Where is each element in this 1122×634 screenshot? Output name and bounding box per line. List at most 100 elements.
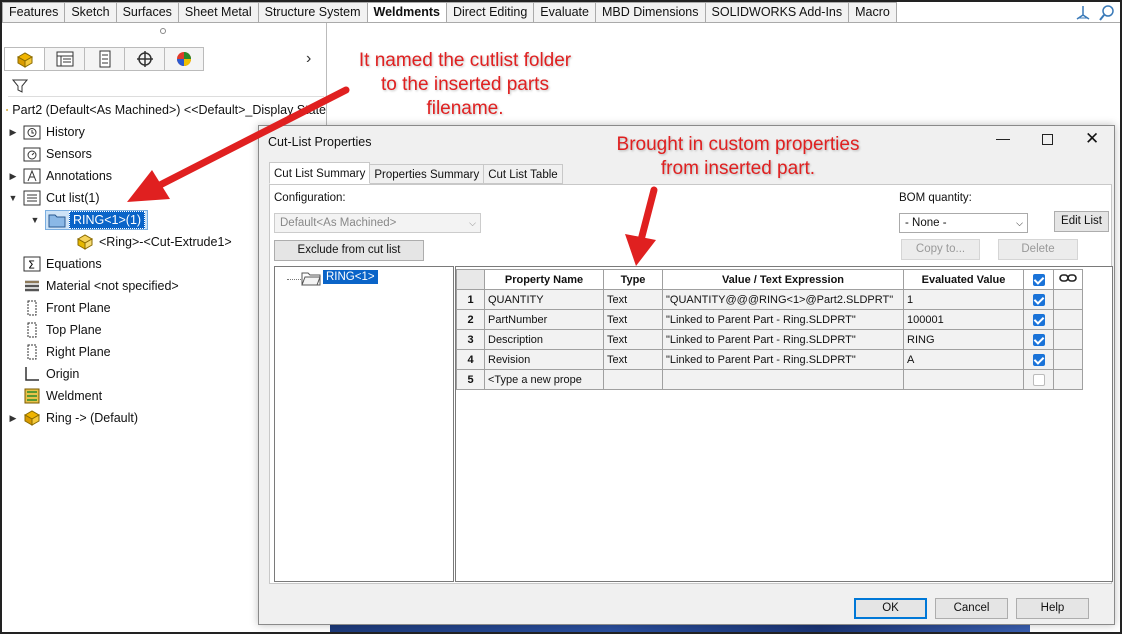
edit-list-button[interactable]: Edit List [1054, 211, 1109, 232]
tree-item-origin[interactable]: Origin [8, 364, 79, 384]
column-header[interactable]: Evaluated Value [903, 269, 1024, 290]
tree-item-annotations[interactable]: ▶ Annotations [8, 166, 112, 186]
table-row[interactable]: 3 Description Text "Linked to Parent Par… [456, 329, 1083, 350]
cut-list-tree-item[interactable]: RING<1> [323, 270, 378, 284]
checkbox-checked-icon[interactable] [1032, 353, 1045, 366]
value-cell[interactable]: "QUANTITY@@@RING<1>@Part2.SLDPRT" [662, 289, 904, 310]
link-cell[interactable] [1053, 289, 1083, 310]
display-manager-tab-icon[interactable] [164, 47, 204, 71]
collapse-icon[interactable]: ▼ [8, 193, 18, 203]
property-name-cell[interactable]: PartNumber [484, 309, 604, 330]
checkbox-checked-icon[interactable] [1032, 333, 1045, 346]
selected-folder[interactable]: RING<1>(1) [45, 210, 149, 230]
tab-weldments[interactable]: Weldments [367, 2, 447, 23]
tab-solidworks-add-ins[interactable]: SOLIDWORKS Add-Ins [705, 2, 850, 23]
row-checkbox-cell[interactable] [1023, 309, 1054, 330]
dimxpert-tab-icon[interactable] [124, 47, 164, 71]
cancel-button[interactable]: Cancel [935, 598, 1008, 619]
tree-item-history[interactable]: ▶ History [8, 122, 85, 142]
expand-icon[interactable]: ▶ [8, 127, 18, 138]
link-cell[interactable] [1053, 309, 1083, 330]
minimize-icon[interactable]: — [996, 130, 1010, 146]
collapse-icon[interactable]: ▼ [30, 215, 40, 225]
tree-item-right-plane[interactable]: Right Plane [8, 342, 111, 362]
column-header[interactable]: Type [603, 269, 663, 290]
view-orientation-icon[interactable] [1074, 4, 1092, 22]
part-root-node[interactable]: Part2 (Default<As Machined>) <<Default>_… [6, 101, 326, 119]
bom-quantity-select[interactable]: - None - ⌵ [899, 213, 1028, 233]
featuremanager-tab-icon[interactable] [4, 47, 44, 71]
tree-item-cut-list[interactable]: ▼ Cut list(1) [8, 188, 99, 208]
table-row-new[interactable]: 5 <Type a new prope [456, 369, 1083, 390]
row-checkbox-cell[interactable] [1023, 329, 1054, 350]
type-cell[interactable]: Text [603, 289, 663, 310]
expand-icon[interactable]: ▶ [8, 413, 18, 424]
type-cell[interactable]: Text [603, 349, 663, 370]
maximize-icon[interactable] [1042, 134, 1053, 145]
zoom-icon[interactable] [1098, 4, 1116, 22]
checkbox-checked-icon[interactable] [1032, 273, 1045, 286]
tab-direct-editing[interactable]: Direct Editing [446, 2, 535, 23]
tab-properties-summary[interactable]: Properties Summary [370, 164, 485, 184]
configurationmanager-tab-icon[interactable] [84, 47, 124, 71]
checkbox-checked-icon[interactable] [1032, 313, 1045, 326]
table-row[interactable]: 4 Revision Text "Linked to Parent Part -… [456, 349, 1083, 370]
filter-bar[interactable] [8, 75, 324, 97]
value-cell[interactable] [662, 369, 904, 390]
type-cell[interactable]: Text [603, 309, 663, 330]
row-checkbox-cell[interactable] [1023, 289, 1054, 310]
value-cell[interactable]: "Linked to Parent Part - Ring.SLDPRT" [662, 349, 904, 370]
tree-item-top-plane[interactable]: Top Plane [8, 320, 102, 340]
tree-item-material[interactable]: Material <not specified> [8, 276, 179, 296]
tab-sketch[interactable]: Sketch [65, 2, 117, 23]
type-cell[interactable] [603, 369, 663, 390]
propertymanager-tab-icon[interactable] [44, 47, 84, 71]
filter-icon[interactable] [12, 78, 28, 94]
value-cell[interactable]: "Linked to Parent Part - Ring.SLDPRT" [662, 329, 904, 350]
checkbox-checked-icon[interactable] [1032, 293, 1045, 306]
type-cell[interactable]: Text [603, 329, 663, 350]
exclude-from-cut-list-button[interactable]: Exclude from cut list [274, 240, 424, 261]
property-name-cell[interactable]: <Type a new prope [484, 369, 604, 390]
row-checkbox-cell[interactable] [1023, 349, 1054, 370]
ok-button[interactable]: OK [854, 598, 927, 619]
tab-cut-list-summary[interactable]: Cut List Summary [269, 162, 371, 184]
property-name-cell[interactable]: QUANTITY [484, 289, 604, 310]
property-name-cell[interactable]: Description [484, 329, 604, 350]
delete-button[interactable]: Delete [998, 239, 1078, 260]
tab-evaluate[interactable]: Evaluate [534, 2, 596, 23]
tree-item-equations[interactable]: Σ Equations [8, 254, 102, 274]
tree-item-ring-body[interactable]: <Ring>-<Cut-Extrude1> [76, 232, 232, 252]
expand-icon[interactable]: ▶ [8, 171, 18, 182]
tab-sheet-metal[interactable]: Sheet Metal [178, 2, 259, 23]
property-name-cell[interactable]: Revision [484, 349, 604, 370]
tree-item-weldment[interactable]: Weldment [8, 386, 102, 406]
link-cell[interactable] [1053, 369, 1083, 390]
row-checkbox-cell[interactable] [1023, 369, 1054, 390]
tab-surfaces[interactable]: Surfaces [116, 2, 179, 23]
link-cell[interactable] [1053, 329, 1083, 350]
configuration-select[interactable]: Default<As Machined> ⌵ [274, 213, 481, 233]
chevron-right-icon[interactable]: › [306, 50, 311, 68]
close-icon[interactable]: ✕ [1085, 129, 1099, 149]
checkbox-unchecked-icon[interactable] [1032, 373, 1045, 386]
tab-features[interactable]: Features [2, 2, 66, 23]
link-column-header[interactable] [1053, 269, 1083, 290]
help-button[interactable]: Help [1016, 598, 1089, 619]
tab-mbd-dimensions[interactable]: MBD Dimensions [595, 2, 706, 23]
tab-cut-list-table[interactable]: Cut List Table [484, 164, 563, 184]
table-row[interactable]: 2 PartNumber Text "Linked to Parent Part… [456, 309, 1083, 330]
copy-to-button[interactable]: Copy to... [901, 239, 980, 260]
table-row[interactable]: 1 QUANTITY Text "QUANTITY@@@RING<1>@Part… [456, 289, 1083, 310]
tab-structure-system[interactable]: Structure System [258, 2, 368, 23]
tab-macro[interactable]: Macro [849, 2, 897, 23]
value-cell[interactable]: "Linked to Parent Part - Ring.SLDPRT" [662, 309, 904, 330]
header-checkbox[interactable] [1023, 269, 1054, 290]
tree-item-ring-folder[interactable]: ▼ RING<1>(1) [30, 210, 149, 230]
splitter-handle[interactable] [160, 28, 166, 34]
tree-item-front-plane[interactable]: Front Plane [8, 298, 111, 318]
link-cell[interactable] [1053, 349, 1083, 370]
tree-item-sensors[interactable]: Sensors [8, 144, 92, 164]
column-header[interactable]: Value / Text Expression [662, 269, 904, 290]
tree-item-ring-reference[interactable]: ▶ Ring -> (Default) [8, 408, 138, 428]
